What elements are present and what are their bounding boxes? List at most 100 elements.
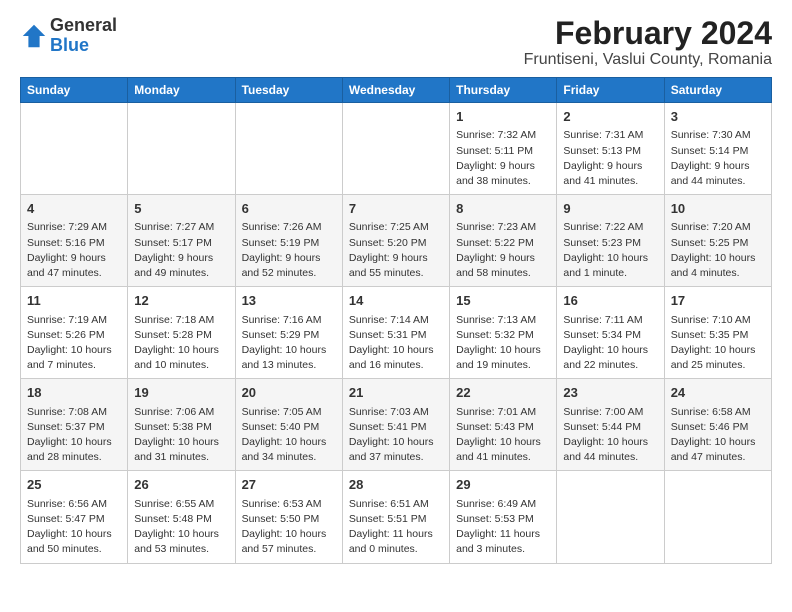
day-info: Sunrise: 7:32 AM Sunset: 5:11 PM Dayligh… <box>456 128 550 189</box>
day-number: 1 <box>456 108 550 126</box>
day-number: 3 <box>671 108 765 126</box>
day-info: Sunrise: 7:19 AM Sunset: 5:26 PM Dayligh… <box>27 313 121 374</box>
logo-blue-text: Blue <box>50 35 89 55</box>
day-number: 4 <box>27 200 121 218</box>
day-info: Sunrise: 7:00 AM Sunset: 5:44 PM Dayligh… <box>563 405 657 466</box>
calendar-cell: 22 Sunrise: 7:01 AM Sunset: 5:43 PM Dayli… <box>450 379 557 471</box>
day-info: Sunrise: 6:51 AM Sunset: 5:51 PM Dayligh… <box>349 497 443 558</box>
calendar-cell: 27Sunrise: 6:53 AM Sunset: 5:50 PM Dayli… <box>235 471 342 563</box>
calendar-cell <box>557 471 664 563</box>
weekday-header-wednesday: Wednesday <box>342 78 449 103</box>
calendar-cell: 28 Sunrise: 6:51 AM Sunset: 5:51 PM Dayli… <box>342 471 449 563</box>
page-header: General Blue February 2024 Fruntiseni, V… <box>20 16 772 69</box>
day-number: 16 <box>563 292 657 310</box>
calendar-cell: 2 Sunrise: 7:31 AM Sunset: 5:13 PM Daylig… <box>557 103 664 195</box>
day-info: Sunrise: 6:58 AM Sunset: 5:46 PM Dayligh… <box>671 405 765 466</box>
calendar-cell: 21Sunrise: 7:03 AM Sunset: 5:41 PM Dayli… <box>342 379 449 471</box>
day-info: Sunrise: 7:18 AM Sunset: 5:28 PM Dayligh… <box>134 313 228 374</box>
day-info: Sunrise: 6:53 AM Sunset: 5:50 PM Dayligh… <box>242 497 336 558</box>
day-number: 14 <box>349 292 443 310</box>
day-number: 23 <box>563 384 657 402</box>
day-info: Sunrise: 7:16 AM Sunset: 5:29 PM Dayligh… <box>242 313 336 374</box>
calendar-cell: 9Sunrise: 7:22 AM Sunset: 5:23 PM Daylig… <box>557 195 664 287</box>
calendar-cell: 4 Sunrise: 7:29 AM Sunset: 5:16 PM Daylig… <box>21 195 128 287</box>
day-number: 19 <box>134 384 228 402</box>
day-info: Sunrise: 7:31 AM Sunset: 5:13 PM Dayligh… <box>563 128 657 189</box>
calendar-table: SundayMondayTuesdayWednesdayThursdayFrid… <box>20 77 772 563</box>
day-number: 5 <box>134 200 228 218</box>
calendar-cell: 23 Sunrise: 7:00 AM Sunset: 5:44 PM Dayli… <box>557 379 664 471</box>
day-number: 17 <box>671 292 765 310</box>
day-info: Sunrise: 7:29 AM Sunset: 5:16 PM Dayligh… <box>27 220 121 281</box>
weekday-header-thursday: Thursday <box>450 78 557 103</box>
weekday-header-sunday: Sunday <box>21 78 128 103</box>
day-number: 22 <box>456 384 550 402</box>
day-number: 28 <box>349 476 443 494</box>
day-info: Sunrise: 7:10 AM Sunset: 5:35 PM Dayligh… <box>671 313 765 374</box>
logo-icon <box>20 22 48 50</box>
day-info: Sunrise: 7:20 AM Sunset: 5:25 PM Dayligh… <box>671 220 765 281</box>
calendar-cell: 14 Sunrise: 7:14 AM Sunset: 5:31 PM Dayli… <box>342 287 449 379</box>
day-number: 11 <box>27 292 121 310</box>
calendar-cell: 26 Sunrise: 6:55 AM Sunset: 5:48 PM Dayli… <box>128 471 235 563</box>
calendar-cell: 10 Sunrise: 7:20 AM Sunset: 5:25 PM Dayli… <box>664 195 771 287</box>
calendar-cell: 25 Sunrise: 6:56 AM Sunset: 5:47 PM Dayli… <box>21 471 128 563</box>
calendar-cell: 3 Sunrise: 7:30 AM Sunset: 5:14 PM Daylig… <box>664 103 771 195</box>
day-number: 20 <box>242 384 336 402</box>
calendar-cell: 8 Sunrise: 7:23 AM Sunset: 5:22 PM Daylig… <box>450 195 557 287</box>
calendar-cell: 6Sunrise: 7:26 AM Sunset: 5:19 PM Daylig… <box>235 195 342 287</box>
day-info: Sunrise: 7:06 AM Sunset: 5:38 PM Dayligh… <box>134 405 228 466</box>
day-number: 21 <box>349 384 443 402</box>
calendar-cell: 12 Sunrise: 7:18 AM Sunset: 5:28 PM Dayli… <box>128 287 235 379</box>
calendar-cell: 15Sunrise: 7:13 AM Sunset: 5:32 PM Dayli… <box>450 287 557 379</box>
calendar-cell: 5Sunrise: 7:27 AM Sunset: 5:17 PM Daylig… <box>128 195 235 287</box>
day-info: Sunrise: 7:13 AM Sunset: 5:32 PM Dayligh… <box>456 313 550 374</box>
day-info: Sunrise: 6:55 AM Sunset: 5:48 PM Dayligh… <box>134 497 228 558</box>
calendar-cell: 7 Sunrise: 7:25 AM Sunset: 5:20 PM Daylig… <box>342 195 449 287</box>
day-info: Sunrise: 7:30 AM Sunset: 5:14 PM Dayligh… <box>671 128 765 189</box>
calendar-cell <box>342 103 449 195</box>
day-number: 8 <box>456 200 550 218</box>
day-number: 25 <box>27 476 121 494</box>
day-number: 9 <box>563 200 657 218</box>
day-number: 12 <box>134 292 228 310</box>
day-number: 10 <box>671 200 765 218</box>
day-info: Sunrise: 7:14 AM Sunset: 5:31 PM Dayligh… <box>349 313 443 374</box>
calendar-cell: 29 Sunrise: 6:49 AM Sunset: 5:53 PM Dayli… <box>450 471 557 563</box>
calendar-week-row: 25 Sunrise: 6:56 AM Sunset: 5:47 PM Dayli… <box>21 471 772 563</box>
day-number: 13 <box>242 292 336 310</box>
calendar-cell <box>128 103 235 195</box>
day-info: Sunrise: 7:11 AM Sunset: 5:34 PM Dayligh… <box>563 313 657 374</box>
day-number: 26 <box>134 476 228 494</box>
calendar-cell: 1 Sunrise: 7:32 AM Sunset: 5:11 PM Daylig… <box>450 103 557 195</box>
day-number: 2 <box>563 108 657 126</box>
weekday-header-friday: Friday <box>557 78 664 103</box>
logo: General Blue <box>20 16 117 56</box>
calendar-week-row: 1 Sunrise: 7:32 AM Sunset: 5:11 PM Daylig… <box>21 103 772 195</box>
weekday-header-tuesday: Tuesday <box>235 78 342 103</box>
logo-general-text: General <box>50 15 117 35</box>
calendar-cell: 24 Sunrise: 6:58 AM Sunset: 5:46 PM Dayli… <box>664 379 771 471</box>
calendar-cell: 17 Sunrise: 7:10 AM Sunset: 5:35 PM Dayli… <box>664 287 771 379</box>
calendar-week-row: 18Sunrise: 7:08 AM Sunset: 5:37 PM Dayli… <box>21 379 772 471</box>
calendar-week-row: 11 Sunrise: 7:19 AM Sunset: 5:26 PM Dayli… <box>21 287 772 379</box>
day-info: Sunrise: 7:01 AM Sunset: 5:43 PM Dayligh… <box>456 405 550 466</box>
weekday-header-row: SundayMondayTuesdayWednesdayThursdayFrid… <box>21 78 772 103</box>
day-info: Sunrise: 7:26 AM Sunset: 5:19 PM Dayligh… <box>242 220 336 281</box>
calendar-cell <box>235 103 342 195</box>
calendar-title-area: February 2024 Fruntiseni, Vaslui County,… <box>524 16 772 69</box>
day-number: 7 <box>349 200 443 218</box>
day-number: 29 <box>456 476 550 494</box>
month-title: February 2024 <box>524 16 772 51</box>
calendar-cell: 13 Sunrise: 7:16 AM Sunset: 5:29 PM Dayli… <box>235 287 342 379</box>
weekday-header-monday: Monday <box>128 78 235 103</box>
day-info: Sunrise: 6:56 AM Sunset: 5:47 PM Dayligh… <box>27 497 121 558</box>
calendar-cell: 11 Sunrise: 7:19 AM Sunset: 5:26 PM Dayli… <box>21 287 128 379</box>
day-info: Sunrise: 7:05 AM Sunset: 5:40 PM Dayligh… <box>242 405 336 466</box>
day-number: 18 <box>27 384 121 402</box>
calendar-cell: 20 Sunrise: 7:05 AM Sunset: 5:40 PM Dayli… <box>235 379 342 471</box>
day-info: Sunrise: 7:25 AM Sunset: 5:20 PM Dayligh… <box>349 220 443 281</box>
day-info: Sunrise: 6:49 AM Sunset: 5:53 PM Dayligh… <box>456 497 550 558</box>
day-info: Sunrise: 7:23 AM Sunset: 5:22 PM Dayligh… <box>456 220 550 281</box>
day-number: 24 <box>671 384 765 402</box>
